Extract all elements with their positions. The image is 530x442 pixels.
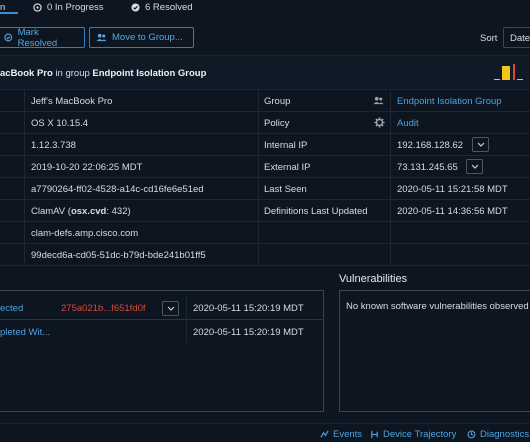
device-details: Jeff's MacBook Pro Group Endpoint Isolat… [0,90,530,266]
device-trajectory-label: Device Trajectory [383,429,457,440]
vulnerabilities-panel: No known software vulnerabilities observ… [339,290,530,412]
policy-label: Policy [264,117,290,129]
definitions-updated-value: 2020-05-11 14:36:56 MDT [397,205,508,217]
sort-label: Sort [480,33,498,44]
mark-resolved-label: Mark Resolved [17,26,58,49]
column-divider [258,90,259,266]
trajectory-icon [371,430,378,439]
definition-engine: ClamAV ( [31,205,71,217]
event-hash-value[interactable]: 275a021b...f651fd0f [61,296,146,320]
definition-version-value: ClamAV (osx.cvd: 432) [31,200,257,222]
column-divider [186,296,187,342]
detail-row: Jeff's MacBook Pro Group Endpoint Isolat… [0,90,530,112]
diagnostics-link[interactable]: Diagnostics [467,429,529,440]
events-link[interactable]: Events [320,429,362,440]
move-to-group-button[interactable]: Move to Group... [89,27,194,48]
header-title: acBook Pro in group Endpoint Isolation G… [0,68,206,79]
vulnerabilities-title: Vulnerabilities [339,273,408,285]
event-time-value: 2020-05-11 15:20:19 MDT [193,302,304,314]
os-value: OS X 10.15.4 [31,117,89,129]
detail-row: 2019-10-20 22:06:25 MDT External IP 73.1… [0,156,530,178]
tab-resolved[interactable]: 6 Resolved [131,0,193,14]
check-circle-icon [131,2,140,12]
group-label: Group [264,95,291,107]
event-name-link[interactable]: pleted Wit... [0,320,50,344]
internal-ip-value: 192.168.128.62 [397,139,464,151]
group-link[interactable]: Endpoint Isolation Group [397,90,530,112]
event-time-value: 2020-05-11 15:20:19 MDT [193,326,304,338]
footer-links: Events Device Trajectory Diagnostics [0,423,530,442]
device-name: acBook Pro [0,68,53,79]
detail-row: ClamAV (osx.cvd: 432) Definitions Last U… [0,200,530,222]
detail-row: a7790264-ff02-4528-a14c-cd16fe6e51ed Las… [0,178,530,200]
column-divider [24,90,25,266]
detail-row: 1.12.3.738 Internal IP 192.168.128.62 [0,134,530,156]
move-to-group-label: Move to Group... [112,32,183,43]
connector-version-value: 1.12.3.738 [31,139,76,151]
sort-select[interactable]: Date [503,27,530,48]
sort-select-value: Date [510,33,530,44]
column-divider [390,90,391,266]
in-group-text: in group [52,68,93,79]
external-ip-label: External IP [264,161,311,173]
header-group-name: Endpoint Isolation Group [92,68,207,79]
update-server-value: clam-defs.amp.cisco.com [31,227,139,239]
policy-link[interactable]: Audit [397,112,530,134]
detail-row: clam-defs.amp.cisco.com [0,222,530,244]
hash-dropdown[interactable] [162,301,179,316]
definition-file: osx.cvd [70,205,107,217]
tab-in-progress-label: 0 In Progress [47,1,104,13]
processor-id-value: 99decd6a-cd05-51dc-b79d-bde241b01ff5 [31,249,206,261]
event-row[interactable]: ected 275a021b...f651fd0f 2020-05-11 15:… [0,296,324,320]
chevron-down-icon [167,306,174,311]
no-vulnerabilities-message: No known software vulnerabilities observ… [346,301,529,312]
event-row[interactable]: pleted Wit... 2020-05-11 15:20:19 MDT [0,320,324,344]
definitions-updated-label: Definitions Last Updated [264,205,368,217]
chevron-down-icon [471,164,478,169]
connector-guid-value: a7790264-ff02-4528-a14c-cd16fe6e51ed [31,183,204,195]
tab-resolved-label: 6 Resolved [145,1,193,13]
status-tabs: n 0 In Progress 6 Resolved [0,0,530,14]
events-panel: ected 275a021b...f651fd0f 2020-05-11 15:… [0,290,324,412]
device-trajectory-link[interactable]: Device Trajectory [370,429,456,440]
last-seen-label: Last Seen [264,183,307,195]
clock-circle-icon [33,2,42,12]
diagnostics-label: Diagnostics [480,429,530,440]
hostname-value: Jeff's MacBook Pro [31,95,113,107]
last-seen-value: 2020-05-11 15:21:58 MDT [397,183,508,195]
check-circle-outline-icon [4,33,13,42]
activity-sparkline [494,64,523,80]
chevron-down-icon [477,142,484,147]
users-icon [96,33,107,42]
internal-ip-dropdown[interactable] [472,137,489,152]
gear-icon[interactable] [374,117,385,128]
event-name-link[interactable]: ected [0,296,23,320]
events-link-label: Events [333,429,363,440]
install-date-value: 2019-10-20 22:06:25 MDT [31,161,143,173]
events-icon [320,430,329,438]
external-ip-value: 73.131.245.65 [397,161,458,173]
mark-resolved-button[interactable]: Mark Resolved [0,26,85,49]
external-ip-dropdown[interactable] [466,159,483,174]
tab-in-progress[interactable]: 0 In Progress [33,0,104,14]
internal-ip-label: Internal IP [264,139,308,151]
detail-row: OS X 10.15.4 Policy Audit [0,112,530,134]
computer-header[interactable]: acBook Pro in group Endpoint Isolation G… [0,57,530,90]
tab-open-label: n [0,1,6,13]
diagnostics-icon [467,430,476,439]
users-icon [373,96,384,105]
toolbar: Mark Resolved Move to Group... Sort Date [0,14,530,56]
definition-number: : 432) [106,205,131,217]
detail-row: 99decd6a-cd05-51dc-b79d-bde241b01ff5 [0,244,530,266]
